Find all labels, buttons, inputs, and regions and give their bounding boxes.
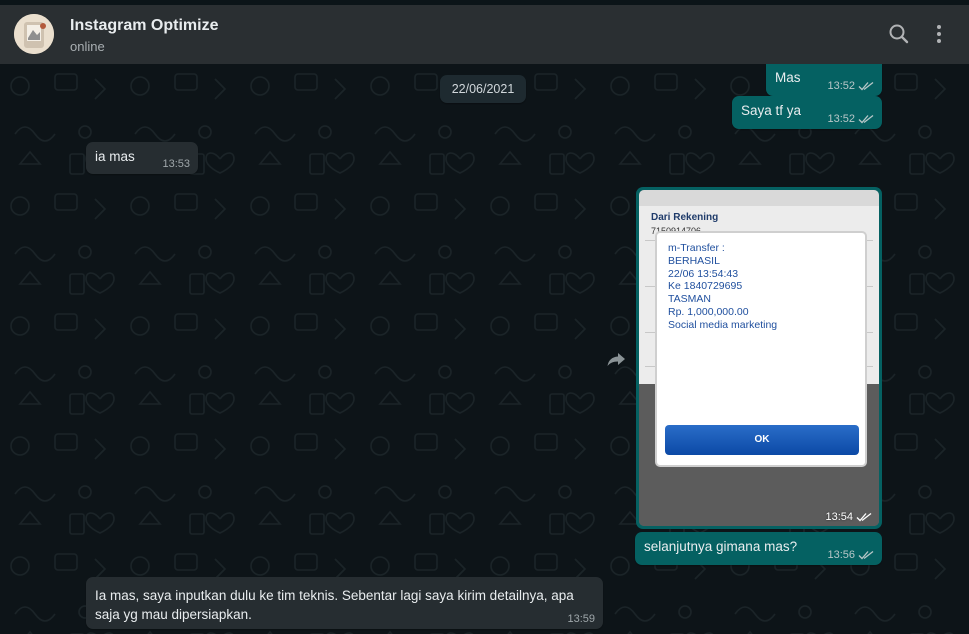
message-time: 13:56 [827,549,855,561]
message-incoming[interactable]: ia mas 13:53 [86,142,198,174]
kebab-menu-icon [937,25,941,43]
message-time: 13:54 [825,511,853,523]
message-meta: 13:59 [567,613,595,625]
search-button[interactable] [886,21,912,47]
transfer-dialog: m-Transfer : BERHASIL 22/06 13:54:43 Ke 184… [657,233,865,465]
message-time: 13:53 [162,158,190,170]
forward-arrow-icon [607,353,625,366]
avatar-image [14,14,54,54]
message-incoming[interactable]: Ia mas, saya inputkan dulu ke tim teknis… [86,577,603,629]
menu-button[interactable] [926,21,952,47]
screenshot-statusbar [639,190,879,206]
chat-header: Instagram Optimize online [0,5,969,64]
message-meta: 13:52 [827,113,874,125]
dialog-line: TASMAN [668,293,711,306]
dialog-line: Social media marketing [668,318,778,331]
search-icon [889,24,909,44]
message-time: 13:59 [567,613,595,625]
conversation-panel[interactable]: 22/06/2021 Mas 13:52 Saya tf ya 13:52 ia… [0,64,969,634]
message-meta: 13:52 [827,80,874,92]
forward-button[interactable] [604,347,628,371]
message-meta: 13:56 [827,549,874,561]
message-text: Saya tf ya [741,103,802,118]
dialog-line: BERHASIL [668,254,720,267]
ok-button: OK [665,425,859,455]
dialog-text: m-Transfer : BERHASIL 22/06 13:54:43 Ke 184… [668,242,777,332]
double-check-icon [856,512,872,522]
dialog-line: m-Transfer : [668,242,725,254]
message-text-line: saja yg mau dipersiapkan. [95,607,252,622]
date-chip: 22/06/2021 [440,75,526,103]
form-label: Dari Rekening [651,212,719,223]
double-check-icon [858,550,874,560]
transfer-receipt-image[interactable]: Dari Rekening 7150914706 m-Transfer : BER… [639,190,879,526]
message-time: 13:52 [827,80,855,92]
message-outgoing[interactable]: Mas 13:52 [766,64,882,96]
dialog-line: Ke 1840729695 [668,280,743,293]
message-meta: 13:54 [825,511,872,523]
message-time: 13:52 [827,113,855,125]
double-check-icon [858,114,874,124]
message-outgoing-image[interactable]: Dari Rekening 7150914706 m-Transfer : BER… [636,187,882,529]
message-outgoing[interactable]: Saya tf ya 13:52 [732,96,882,129]
contact-avatar[interactable] [14,14,54,54]
dialog-line: 22/06 13:54:43 [668,267,739,280]
contact-status: online [70,39,105,54]
dialog-line: Rp. 1,000,000.00 [668,305,749,318]
message-meta: 13:53 [162,158,190,170]
message-text: ia mas [95,149,135,164]
message-text: Mas [775,70,801,85]
message-text: Ia mas, saya inputkan dulu ke tim teknis… [95,586,574,624]
message-outgoing[interactable]: selanjutnya gimana mas? 13:56 [635,532,882,565]
contact-name[interactable]: Instagram Optimize [70,17,218,35]
message-text-line: Ia mas, saya inputkan dulu ke tim teknis… [95,588,574,603]
double-check-icon [858,81,874,91]
message-text: selanjutnya gimana mas? [644,539,798,554]
